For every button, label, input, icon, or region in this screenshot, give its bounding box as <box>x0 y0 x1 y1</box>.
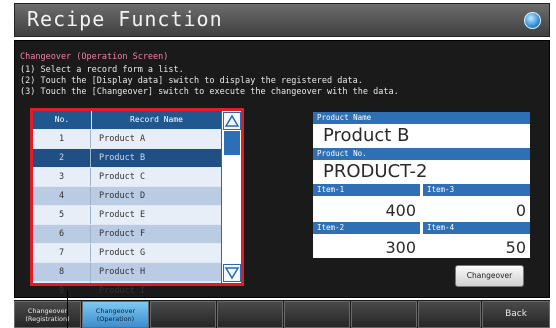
key-label-line2: (Registration) <box>25 315 70 323</box>
item1-label: Item-1 <box>313 184 420 196</box>
screen-heading: Changeover (Operation Screen) <box>20 52 169 62</box>
record-no: 7 <box>33 244 91 262</box>
item2-value: 300 <box>313 234 416 258</box>
record-name: Product B <box>99 153 146 163</box>
record-name: Product C <box>99 172 146 182</box>
item3-value: 0 <box>423 196 526 222</box>
record-name: Product E <box>99 210 146 220</box>
key-label-line2: (Operation) <box>96 315 135 323</box>
record-no: 5 <box>33 206 91 224</box>
item2-label: Item-2 <box>313 222 420 234</box>
list-item[interactable]: 9 Product I <box>33 282 221 296</box>
record-name: Product I <box>99 286 146 296</box>
instruction-1: (1) Select a record form a list. <box>20 65 184 75</box>
record-no: 4 <box>33 187 91 205</box>
globe-icon[interactable] <box>524 12 541 29</box>
column-header-record-name: Record Name <box>92 111 221 129</box>
key-label-line1: Changeover <box>95 307 136 315</box>
product-info-panel: Product Name Product B Product No. PRODU… <box>313 112 530 258</box>
scroll-up-button[interactable] <box>223 112 241 130</box>
product-no-label: Product No. <box>313 148 530 160</box>
list-scrollbar[interactable] <box>221 111 241 283</box>
back-button[interactable]: Back <box>482 301 550 328</box>
instruction-3: (3) Touch the [Changeover] switch to exe… <box>20 87 399 97</box>
window-title: Recipe Function <box>27 7 223 31</box>
record-name: Product D <box>99 191 146 201</box>
list-item[interactable]: 5 Product E <box>33 206 221 224</box>
record-no: 8 <box>33 263 91 281</box>
record-no: 6 <box>33 225 91 243</box>
hmi-screen: Recipe Function Changeover (Operation Sc… <box>0 0 556 328</box>
triangle-down-icon <box>224 267 240 280</box>
list-item[interactable]: 8 Product H <box>33 263 221 281</box>
record-no: 3 <box>33 168 91 186</box>
function-key-bar: Changeover (Registration) Changeover (Op… <box>14 300 550 328</box>
record-no: 2 <box>33 149 91 167</box>
title-bar: Recipe Function <box>14 3 550 37</box>
function-key-5[interactable] <box>284 301 350 328</box>
function-key-3[interactable] <box>150 301 216 328</box>
product-name-value: Product B <box>323 124 410 148</box>
product-name-label: Product Name <box>313 112 530 124</box>
list-item[interactable]: 4 Product D <box>33 187 221 205</box>
scroll-down-button[interactable] <box>223 264 241 282</box>
record-no: 1 <box>33 130 91 148</box>
function-key-6[interactable] <box>351 301 417 328</box>
product-no-value: PRODUCT-2 <box>323 160 428 184</box>
changeover-operation-key[interactable]: Changeover (Operation) <box>82 301 149 328</box>
scroll-thumb[interactable] <box>224 131 240 155</box>
list-item[interactable]: 6 Product F <box>33 225 221 243</box>
triangle-up-icon <box>224 114 240 127</box>
record-no: 9 <box>33 282 91 296</box>
callout-line <box>67 290 68 328</box>
instruction-2: (2) Touch the [Display data] switch to d… <box>20 76 363 86</box>
changeover-button[interactable]: Changeover <box>455 265 524 287</box>
item4-value: 50 <box>423 234 526 258</box>
item1-value: 400 <box>313 196 416 222</box>
item3-label: Item-3 <box>423 184 530 196</box>
item4-label: Item-4 <box>423 222 530 234</box>
function-key-4[interactable] <box>217 301 283 328</box>
record-list: No. Record Name 1 Product A 2 Product B 3P… <box>30 108 244 296</box>
list-item-selected[interactable]: 2 Product B <box>33 149 221 167</box>
changeover-registration-key[interactable]: Changeover (Registration) <box>14 301 81 328</box>
list-item[interactable]: 3 Product C <box>33 168 221 186</box>
list-item[interactable]: 7 Product G <box>33 244 221 262</box>
key-label-line1: Changeover <box>27 307 68 315</box>
record-name: Product G <box>99 248 146 258</box>
column-header-no: No. <box>33 111 91 129</box>
record-name: Product F <box>99 229 146 239</box>
function-key-7[interactable] <box>418 301 481 328</box>
list-item[interactable]: 1 Product A <box>33 130 221 148</box>
record-name: Product A <box>99 134 146 144</box>
record-name: Product H <box>99 267 146 277</box>
